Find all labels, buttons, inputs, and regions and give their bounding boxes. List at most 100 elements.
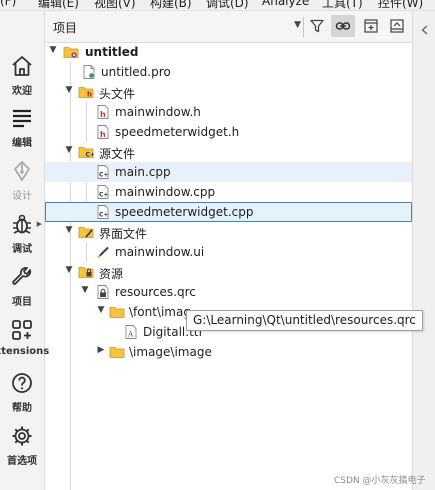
mode-welcome[interactable]: 欢迎 bbox=[0, 52, 44, 102]
header-file-icon: h bbox=[95, 104, 111, 120]
filter-button[interactable] bbox=[305, 15, 329, 37]
mode-help[interactable]: 帮助 bbox=[0, 369, 44, 419]
tree-row-file[interactable]: h mainwindow.h bbox=[45, 102, 412, 122]
menu-bar: (F) 编辑(E) 视图(V) 构建(B) 调试(D) Analyze 工具(T… bbox=[0, 0, 435, 11]
tree-row-file[interactable]: C+ main.cpp bbox=[45, 162, 412, 182]
sync-link-button[interactable] bbox=[331, 15, 355, 37]
expand-arrow-icon[interactable]: ▶ bbox=[37, 220, 42, 228]
mode-label: 项目 bbox=[12, 297, 32, 308]
mode-debug[interactable]: ▶ 调试 bbox=[0, 210, 44, 260]
menu-build[interactable]: 构建(B) bbox=[150, 0, 192, 10]
qrc-file-icon bbox=[95, 284, 111, 300]
mode-label: xtensions bbox=[0, 346, 50, 357]
gear-icon bbox=[0, 424, 44, 450]
tree-row-prefix[interactable]: ▶ \image\image bbox=[45, 342, 412, 362]
split-button[interactable] bbox=[359, 15, 383, 37]
chevron-down-icon[interactable]: ▼ bbox=[48, 45, 58, 57]
chevron-down-icon[interactable]: ▼ bbox=[64, 225, 74, 237]
svg-text:C+: C+ bbox=[99, 212, 108, 219]
source-folder-icon: C+ bbox=[78, 144, 94, 160]
collapse-button[interactable] bbox=[385, 15, 409, 37]
mode-label: 欢迎 bbox=[12, 86, 32, 97]
project-tree[interactable]: ▼ untitled untitled.pro ▼ h 头文件 h mainwi… bbox=[45, 42, 412, 490]
filter-icon bbox=[310, 19, 324, 33]
mode-label: 设计 bbox=[12, 191, 32, 202]
tree-item-label: untitled.pro bbox=[101, 65, 171, 79]
tree-row-qrc[interactable]: ▼ resources.qrc bbox=[45, 282, 412, 302]
tree-item-label: speedmeterwidget.h bbox=[115, 125, 240, 139]
svg-text:h: h bbox=[100, 130, 106, 139]
tree-row-pro-file[interactable]: untitled.pro bbox=[45, 62, 412, 82]
help-icon bbox=[0, 371, 44, 397]
extensions-grid-icon bbox=[0, 318, 44, 344]
menu-analyze[interactable]: Analyze bbox=[262, 0, 309, 8]
tree-row-file[interactable]: h speedmeterwidget.h bbox=[45, 122, 412, 142]
mode-projects[interactable]: 项目 bbox=[0, 263, 44, 313]
form-folder-icon bbox=[78, 224, 94, 240]
tree-item-label: 资源 bbox=[99, 267, 124, 281]
svg-text:C+: C+ bbox=[99, 192, 108, 199]
chevron-down-icon[interactable]: ▼ bbox=[96, 305, 106, 317]
mode-preferences[interactable]: 首选项 bbox=[0, 422, 44, 472]
svg-text:C+: C+ bbox=[86, 152, 95, 159]
tree-item-label: 源文件 bbox=[99, 147, 136, 161]
mode-label: 首选项 bbox=[7, 456, 37, 467]
cpp-file-icon: C+ bbox=[95, 164, 111, 180]
chevron-down-icon[interactable]: ▼ bbox=[64, 145, 74, 157]
link-icon bbox=[335, 22, 351, 30]
chevron-down-icon[interactable]: ▼ bbox=[80, 285, 90, 297]
tree-row-project[interactable]: ▼ untitled bbox=[45, 42, 412, 62]
menu-view[interactable]: 视图(V) bbox=[94, 0, 136, 10]
chevron-right-icon[interactable]: ▶ bbox=[96, 345, 106, 357]
tree-item-label: untitled bbox=[85, 45, 139, 59]
collapse-icon bbox=[390, 19, 404, 33]
resource-folder-icon bbox=[78, 264, 94, 280]
chevron-down-icon[interactable]: ▼ bbox=[64, 265, 74, 277]
svg-text:A: A bbox=[127, 331, 134, 339]
project-toolbar: 项目 ▼ bbox=[45, 11, 435, 43]
toolbar-divider bbox=[303, 17, 304, 37]
mode-edit[interactable]: 编辑 bbox=[0, 104, 44, 154]
tree-item-label: resources.qrc bbox=[115, 285, 196, 299]
tree-item-label: mainwindow.cpp bbox=[115, 185, 216, 199]
path-tooltip: G:\Learning\Qt\untitled\resources.qrc bbox=[186, 310, 423, 331]
tree-row-sources[interactable]: ▼ C+ 源文件 bbox=[45, 142, 412, 162]
tree-row-forms[interactable]: ▼ 界面文件 bbox=[45, 222, 412, 242]
split-add-icon bbox=[364, 19, 378, 33]
menu-controls[interactable]: 控件(W) bbox=[378, 0, 423, 10]
tree-item-label: 界面文件 bbox=[99, 227, 148, 241]
mode-selector: 欢迎 编辑 设计 ▶ 调试 项目 xtensions 帮助 首选项 bbox=[0, 11, 49, 490]
header-file-icon: h bbox=[95, 124, 111, 140]
mode-design[interactable]: 设计 bbox=[0, 157, 44, 207]
mode-label: 编辑 bbox=[12, 138, 32, 149]
mode-label: 帮助 bbox=[12, 403, 32, 414]
tree-row-resources[interactable]: ▼ 资源 bbox=[45, 262, 412, 282]
tree-row-file-selected[interactable]: C+ speedmeterwidget.cpp bbox=[45, 202, 412, 222]
menu-debug[interactable]: 调试(D) bbox=[206, 0, 249, 10]
tree-item-label: speedmeterwidget.cpp bbox=[115, 205, 254, 219]
svg-text:C+: C+ bbox=[99, 172, 108, 179]
view-selector[interactable]: 项目 ▼ bbox=[49, 15, 301, 37]
menu-tools[interactable]: 工具(T) bbox=[322, 0, 363, 10]
wrench-icon bbox=[0, 265, 44, 291]
home-icon bbox=[0, 54, 44, 80]
mode-extensions[interactable]: xtensions bbox=[0, 316, 49, 366]
tree-row-headers[interactable]: ▼ h 头文件 bbox=[45, 82, 412, 102]
chevron-left-icon[interactable] bbox=[420, 25, 430, 35]
view-selector-value: 项目 bbox=[53, 21, 78, 35]
font-file-icon: A bbox=[123, 324, 139, 340]
menu-edit[interactable]: 编辑(E) bbox=[38, 0, 79, 10]
chevron-down-icon[interactable]: ▼ bbox=[64, 85, 74, 97]
header-folder-icon: h bbox=[78, 84, 94, 100]
menu-file[interactable]: (F) bbox=[0, 0, 16, 8]
tree-item-label: mainwindow.ui bbox=[115, 245, 205, 259]
tree-item-label: \font\imag bbox=[129, 305, 191, 319]
tree-row-file[interactable]: C+ mainwindow.cpp bbox=[45, 182, 412, 202]
watermark: CSDN @小灰灰搞电子 bbox=[334, 476, 426, 486]
folder-icon bbox=[109, 304, 125, 320]
tree-item-label: mainwindow.h bbox=[115, 105, 201, 119]
cpp-file-icon: C+ bbox=[95, 184, 111, 200]
chevron-down-icon: ▼ bbox=[294, 20, 301, 30]
tree-row-file[interactable]: mainwindow.ui bbox=[45, 242, 412, 262]
right-side-strip bbox=[412, 11, 435, 490]
